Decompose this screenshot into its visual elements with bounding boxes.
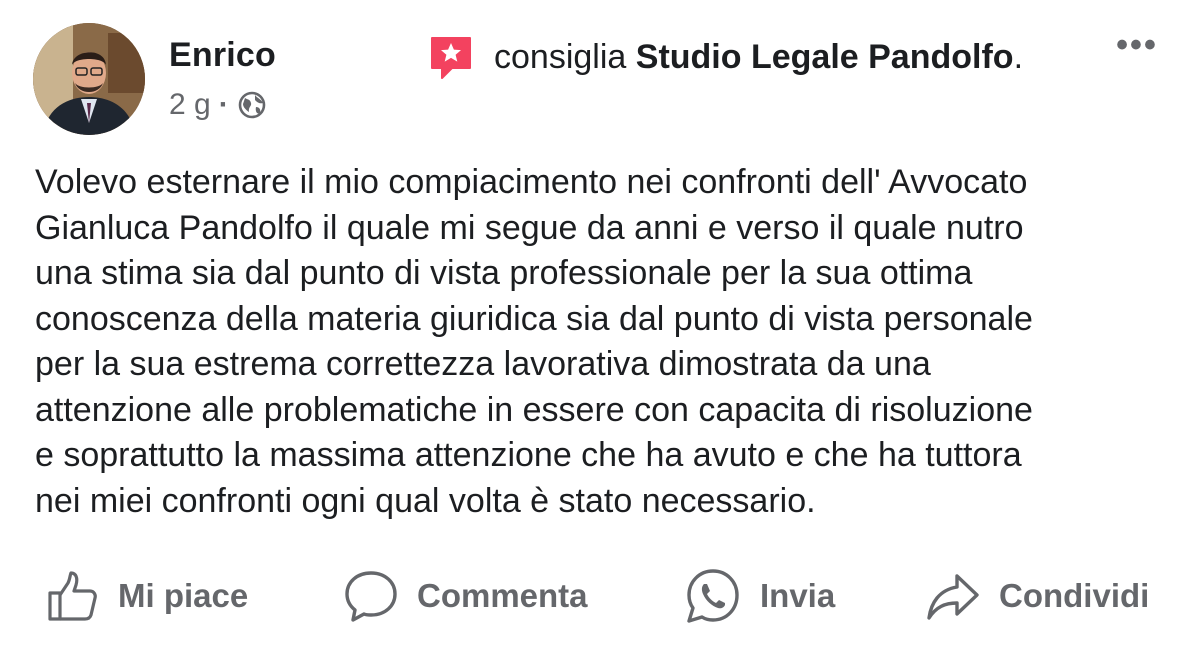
post-body-line: conoscenza della materia giuridica sia d… (35, 299, 1033, 338)
recommended-page[interactable]: Studio Legale Pandolfo (636, 38, 1014, 76)
like-button[interactable]: Mi piace (46, 568, 248, 624)
comment-label: Commenta (417, 577, 588, 614)
post-header: Enrico 2 g · consiglia Studio Legale Pan… (0, 0, 1200, 150)
thumbs-up-icon (48, 571, 97, 621)
post-body-line: una stima sia dal punto di vista profess… (35, 254, 973, 292)
recommendation-text: consiglia Studio Legale Pandolfo. (494, 38, 1023, 77)
recommend-end: . (1013, 38, 1024, 76)
share-button[interactable]: Condividi (925, 568, 1149, 624)
send-label: Invia (760, 577, 836, 614)
more-options-button[interactable]: ••• (1112, 28, 1162, 70)
post-body-line: per la sua estrema correttezza lavorativ… (35, 345, 931, 383)
post-body-line: Volevo esternare il mio compiacimento ne… (35, 163, 1028, 201)
globe-icon[interactable] (237, 90, 267, 120)
post-body-line: attenzione alle problematiche in essere … (35, 390, 1033, 429)
post-meta: 2 g · (169, 88, 267, 122)
post-body: Volevo esternare il mio compiacimento ne… (35, 160, 1175, 524)
avatar[interactable] (33, 23, 145, 135)
meta-separator: · (218, 88, 229, 121)
send-button[interactable]: Invia (684, 568, 835, 624)
avatar-photo (33, 23, 145, 135)
post-body-line: Gianluca Pandolfo il quale mi segue da a… (35, 208, 1024, 247)
comment-bubble-icon (345, 571, 397, 622)
share-arrow-icon (927, 574, 979, 620)
recommend-star-icon (431, 37, 471, 79)
recommend-verb: consiglia (494, 38, 627, 76)
author-name[interactable]: Enrico (169, 36, 276, 75)
comment-button[interactable]: Commenta (343, 568, 588, 624)
share-label: Condividi (999, 577, 1150, 614)
whatsapp-icon (687, 569, 739, 623)
post-body-line: nei miei confronti ogni qual volta è sta… (35, 481, 816, 520)
post-time[interactable]: 2 g (169, 88, 211, 122)
post-body-line: e soprattutto la massima attenzione che … (35, 436, 1022, 474)
like-label: Mi piace (118, 577, 249, 614)
action-bar: Mi piace Commenta Invia Condividi (0, 560, 1200, 632)
